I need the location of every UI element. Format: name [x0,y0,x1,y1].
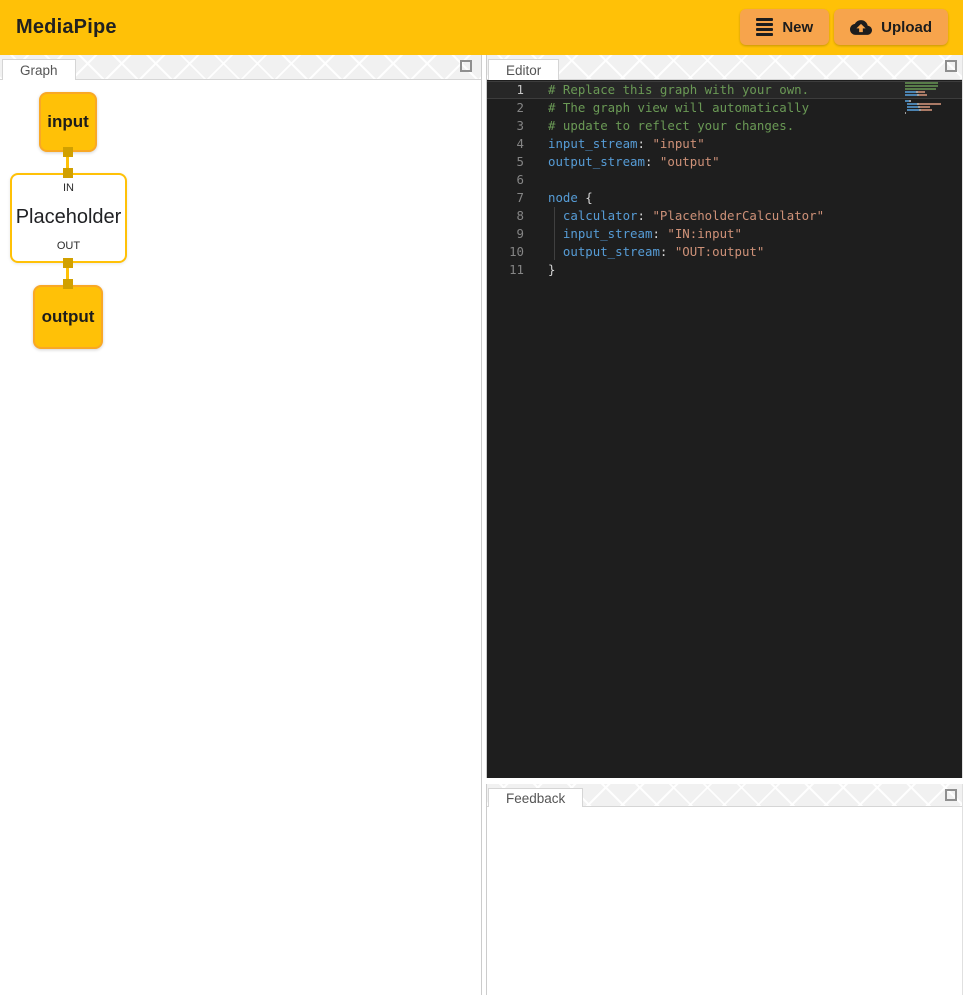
graph-node-input-label: input [47,112,89,132]
code-line: 6 [487,171,962,189]
code-line: 8 calculator: "PlaceholderCalculator" [487,207,962,225]
line-number: 2 [487,99,524,117]
placeholder-out-port: OUT [12,240,125,252]
feedback-tabbar: Feedback [487,784,962,807]
graph-node-placeholder-label: Placeholder [12,206,125,229]
edge-port-square [63,168,73,178]
graph-panel: Graph input IN Placeholder OUT output [0,55,482,995]
new-button-label: New [782,19,813,36]
feedback-maximize-icon[interactable] [945,789,957,801]
edge-port-square [63,147,73,157]
graph-canvas[interactable]: input IN Placeholder OUT output [0,80,481,994]
code-line: 7node { [487,189,962,207]
code-line: 11} [487,261,962,279]
app-title: MediaPipe [16,16,117,39]
feedback-panel: Feedback [486,784,963,995]
header-bar: MediaPipe New Upload [0,0,963,55]
code-line: 9 input_stream: "IN:input" [487,225,962,243]
code-line: 5output_stream: "output" [487,153,962,171]
code-line: 3# update to reflect your changes. [487,117,962,135]
code-line: 1# Replace this graph with your own. [487,81,962,99]
code-line: 10 output_stream: "OUT:output" [487,243,962,261]
line-number: 3 [487,117,524,135]
menu-lines-icon [756,18,773,36]
graph-node-input[interactable]: input [39,92,97,152]
tab-feedback-label: Feedback [506,791,565,806]
tab-graph-label: Graph [20,63,58,78]
editor-tabbar: Editor [487,55,962,80]
header-buttons: New Upload [740,9,948,45]
code-line: 2# The graph view will automatically [487,99,962,117]
code-lines: 1# Replace this graph with your own.2# T… [487,81,962,279]
cloud-upload-icon [850,19,872,36]
line-number: 4 [487,135,524,153]
code-editor[interactable]: 1# Replace this graph with your own.2# T… [487,80,962,778]
tab-feedback[interactable]: Feedback [488,788,583,807]
edge-port-square [63,279,73,289]
feedback-output [487,807,962,995]
graph-node-output-label: output [42,307,95,327]
editor-maximize-icon[interactable] [945,60,957,72]
graph-tabbar: Graph [0,55,481,80]
line-number: 7 [487,189,524,207]
graph-maximize-icon[interactable] [460,60,472,72]
upload-button-label: Upload [881,19,932,36]
code-line: 4input_stream: "input" [487,135,962,153]
tab-editor-label: Editor [506,63,541,78]
graph-node-placeholder[interactable]: IN Placeholder OUT [10,173,127,263]
minimap[interactable] [905,82,941,115]
tab-editor[interactable]: Editor [488,59,559,80]
graph-node-output[interactable]: output [33,285,103,349]
tab-graph[interactable]: Graph [2,59,76,80]
line-number: 9 [487,225,524,243]
app-window: MediaPipe New Upload Graph input [0,0,963,995]
line-number: 1 [487,81,524,99]
upload-button[interactable]: Upload [834,9,948,45]
line-number: 6 [487,171,524,189]
editor-panel: Editor 1# Replace this graph with your o… [486,55,963,778]
line-number: 10 [487,243,524,261]
placeholder-in-port: IN [12,182,125,194]
new-button[interactable]: New [740,9,829,45]
line-number: 5 [487,153,524,171]
line-number: 11 [487,261,524,279]
edge-port-square [63,258,73,268]
indent-guide [554,207,555,260]
line-number: 8 [487,207,524,225]
